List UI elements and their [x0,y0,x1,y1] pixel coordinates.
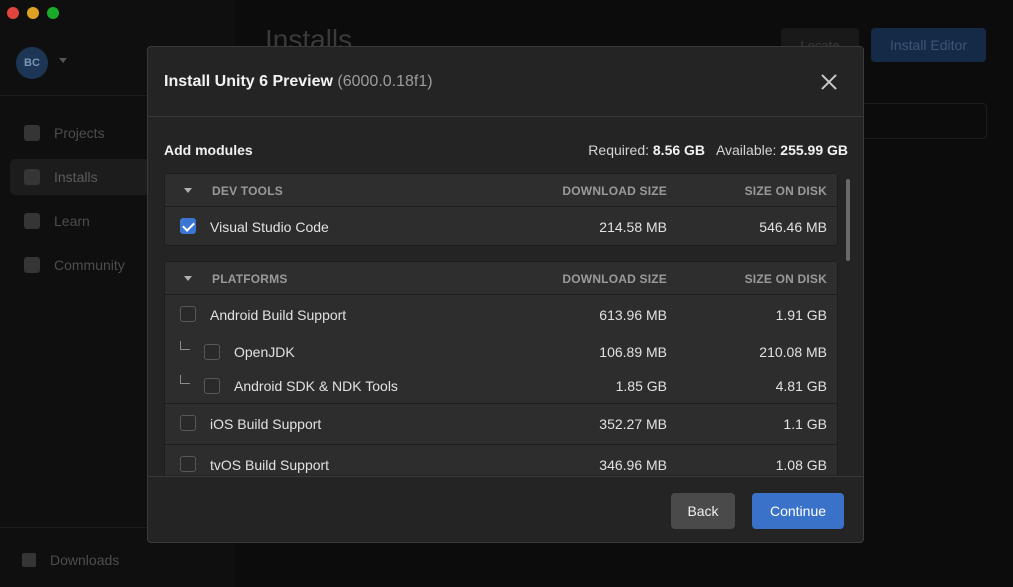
module-row-visual-studio-code[interactable]: Visual Studio Code 214.58 MB 546.46 MB [165,207,837,247]
module-checkbox[interactable] [180,415,196,431]
tree-branch-icon [180,341,190,350]
chevron-down-icon[interactable] [184,188,192,193]
modules-list[interactable]: DEV TOOLS DOWNLOAD SIZE SIZE ON DISK Vis… [164,173,839,475]
back-button[interactable]: Back [671,493,735,529]
module-row-openjdk[interactable]: OpenJDK 106.89 MB 210.08 MB [165,335,837,369]
cube-icon [24,125,40,141]
sidebar-item-label: Projects [54,125,105,141]
modal-title-text: Install Unity 6 Preview [164,73,333,90]
column-header-download-size: DOWNLOAD SIZE [562,184,667,198]
install-modal: Install Unity 6 Preview (6000.0.18f1) Ad… [147,46,864,543]
size-on-disk: 1.91 GB [775,307,827,323]
maximize-window-button[interactable] [47,7,59,19]
download-size: 1.85 GB [615,378,667,394]
column-header-size-on-disk: SIZE ON DISK [744,272,827,286]
disk-space-info: Required: 8.56 GB Available: 255.99 GB [588,142,848,158]
avatar[interactable]: BC [16,47,48,79]
download-icon [22,553,36,567]
download-size: 352.27 MB [599,416,667,432]
install-editor-button[interactable]: Install Editor [871,28,986,62]
module-row-android-build-support[interactable]: Android Build Support 613.96 MB 1.91 GB [165,295,837,335]
size-on-disk: 1.08 GB [775,457,827,473]
section-title: DEV TOOLS [212,184,283,198]
size-on-disk: 210.08 MB [759,344,827,360]
continue-button[interactable]: Continue [752,493,844,529]
section-platforms: PLATFORMS DOWNLOAD SIZE SIZE ON DISK And… [164,261,838,475]
sidebar-item-label: Installs [54,169,98,185]
download-size: 214.58 MB [599,219,667,235]
close-window-button[interactable] [7,7,19,19]
download-size: 106.89 MB [599,344,667,360]
add-modules-heading: Add modules [164,142,253,158]
scrollbar[interactable] [846,179,850,261]
size-on-disk: 4.81 GB [775,378,827,394]
module-checkbox[interactable] [204,344,220,360]
downloads-button[interactable]: Downloads [10,544,119,576]
chevron-down-icon[interactable] [184,276,192,281]
module-checkbox[interactable] [204,378,220,394]
minimize-window-button[interactable] [27,7,39,19]
column-header-size-on-disk: SIZE ON DISK [744,184,827,198]
sidebar-item-label: Learn [54,213,90,229]
module-name: tvOS Build Support [210,457,330,473]
download-size: 613.96 MB [599,307,667,323]
download-size: 346.96 MB [599,457,667,473]
available-value: 255.99 GB [780,142,848,158]
sidebar-item-label: Community [54,257,125,273]
size-on-disk: 1.1 GB [783,416,827,432]
module-row-android-sdk-ndk-tools[interactable]: Android SDK & NDK Tools 1.85 GB 4.81 GB [165,369,837,403]
available-label: Available: [715,142,777,158]
section-header: PLATFORMS DOWNLOAD SIZE SIZE ON DISK [165,262,837,295]
module-checkbox[interactable] [180,306,196,322]
size-on-disk: 546.46 MB [759,219,827,235]
modal-footer: Back Continue [148,476,863,542]
section-dev-tools: DEV TOOLS DOWNLOAD SIZE SIZE ON DISK Vis… [164,173,838,246]
modal-title: Install Unity 6 Preview (6000.0.18f1) [164,73,433,91]
module-checkbox[interactable] [180,218,196,234]
section-title: PLATFORMS [212,272,288,286]
section-header: DEV TOOLS DOWNLOAD SIZE SIZE ON DISK [165,174,837,207]
chevron-down-icon[interactable] [59,58,67,63]
module-row-ios-build-support[interactable]: iOS Build Support 352.27 MB 1.1 GB [165,403,837,444]
module-name: Visual Studio Code [210,219,329,235]
version-label: (6000.0.18f1) [337,73,433,90]
tree-branch-icon [180,375,190,384]
required-label: Required: [588,142,649,158]
module-name: Android SDK & NDK Tools [234,378,398,394]
module-name: Android Build Support [210,307,347,323]
module-name: iOS Build Support [210,416,322,432]
graduation-cap-icon [24,213,40,229]
search-input[interactable] [860,103,987,139]
modal-header: Install Unity 6 Preview (6000.0.18f1) [148,47,863,117]
downloads-label: Downloads [50,552,120,568]
module-checkbox[interactable] [180,456,196,472]
module-row-tvos-build-support[interactable]: tvOS Build Support 346.96 MB 1.08 GB [165,444,837,475]
people-icon [24,257,40,273]
required-value: 8.56 GB [652,142,706,158]
lock-icon [24,169,40,185]
module-name: OpenJDK [234,344,295,360]
column-header-download-size: DOWNLOAD SIZE [562,272,667,286]
close-icon[interactable] [820,73,838,91]
